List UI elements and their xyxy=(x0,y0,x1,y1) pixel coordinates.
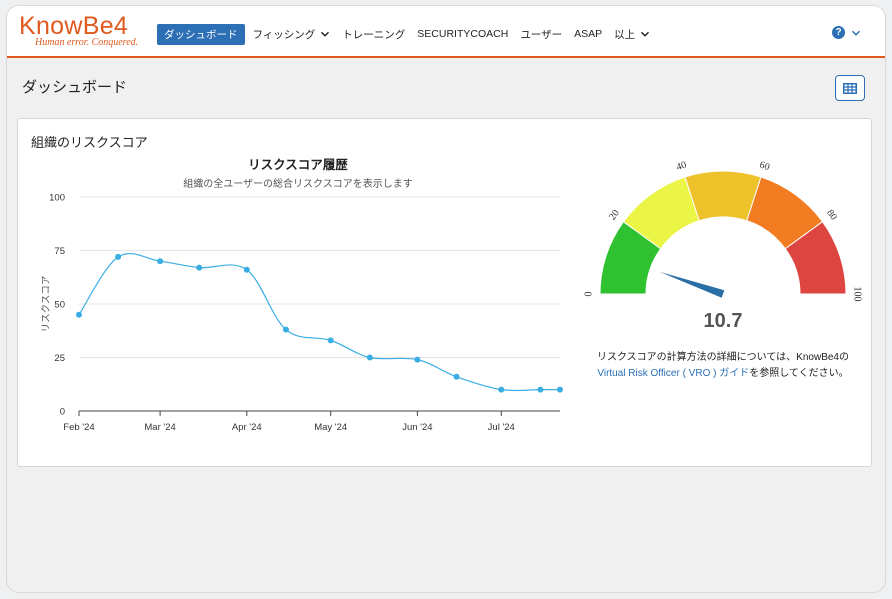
x-tick-label: Mar '24 xyxy=(144,422,175,433)
vro-note-text: リスクスコアの計算方法の詳細については、KnowBe4の xyxy=(596,352,849,363)
nav-item-more[interactable]: 以上 xyxy=(608,23,656,45)
grid-icon xyxy=(843,82,857,94)
gauge-tick-label: 20 xyxy=(607,208,622,223)
help-menu[interactable]: ? xyxy=(832,26,861,39)
nav-item-label: ダッシュボード xyxy=(164,28,238,41)
question-circle-icon: ? xyxy=(832,26,845,39)
data-point xyxy=(76,311,82,318)
nav-item-asap[interactable]: ASAP xyxy=(568,23,608,45)
vro-guide-link[interactable]: Virtual Risk Officer ( VRO ) ガイド xyxy=(597,368,749,379)
main-nav: ダッシュボード フィッシング トレーニング SECURITYCOACH ユーザー… xyxy=(157,23,656,45)
chart-title: リスクスコア履歴 xyxy=(248,158,348,172)
data-point xyxy=(453,373,460,380)
data-point xyxy=(196,264,203,271)
logo-tagline: Human error. Conquered. xyxy=(35,37,139,48)
data-point xyxy=(282,326,289,333)
x-tick-label: Jun '24 xyxy=(402,422,432,433)
knowbe4-logo[interactable]: KnowBe4 Human error. Conquered. xyxy=(19,14,138,48)
chevron-down-icon xyxy=(851,30,861,36)
gauge-tick-label: 60 xyxy=(758,160,771,174)
data-point xyxy=(327,337,334,344)
y-tick-label: 100 xyxy=(49,193,65,204)
logo-wordmark: KnowBe4 xyxy=(19,12,129,40)
gauge-needle xyxy=(659,271,725,298)
nav-item-securitycoach[interactable]: SECURITYCOACH xyxy=(411,23,514,45)
gauge-tick-label: 80 xyxy=(824,208,839,223)
nav-item-dashboard[interactable]: ダッシュボード xyxy=(157,23,245,45)
x-tick-label: May '24 xyxy=(314,422,347,433)
data-point xyxy=(366,354,373,361)
data-point xyxy=(557,386,563,393)
x-tick-label: Apr '24 xyxy=(232,422,262,433)
nav-item-label: ユーザー xyxy=(520,28,563,41)
series-line xyxy=(78,252,560,392)
data-point xyxy=(115,253,122,260)
risk-score-gauge: 0 20 40 60 80 100 xyxy=(583,160,863,302)
y-tick-label: 75 xyxy=(54,246,65,257)
x-tick-label: Jul '24 xyxy=(488,422,515,433)
data-point xyxy=(537,386,544,393)
data-point xyxy=(414,356,421,363)
data-point xyxy=(157,258,164,265)
gauge-tick-label: 100 xyxy=(852,287,863,302)
data-point xyxy=(243,266,250,273)
gauge-value: 10.7 xyxy=(703,310,743,332)
page-title: ダッシュボード xyxy=(22,79,128,96)
data-point xyxy=(498,386,505,393)
nav-item-phishing[interactable]: フィッシング xyxy=(247,23,337,45)
nav-item-label: フィッシング xyxy=(252,28,316,41)
gauge-tick-label: 0 xyxy=(583,292,594,297)
x-tick-label: Feb '24 xyxy=(63,422,94,433)
vro-note: リスクスコアの計算方法の詳細については、KnowBe4の Virtual Ris… xyxy=(583,350,863,382)
chevron-down-icon xyxy=(641,31,650,37)
nav-item-label: SECURITYCOACH xyxy=(417,28,509,40)
vro-note-text-after: を参照してください。 xyxy=(749,368,849,379)
grid-view-button[interactable] xyxy=(835,75,865,101)
y-tick-label: 50 xyxy=(54,300,65,311)
nav-item-label: 以上 xyxy=(614,28,636,41)
nav-item-label: ASAP xyxy=(574,28,603,40)
chart-subtitle: 組織の全ユーザーの総合リスクスコアを表示します xyxy=(183,179,413,190)
top-navigation-bar: KnowBe4 Human error. Conquered. ダッシュボード … xyxy=(7,6,885,58)
app-window: KnowBe4 Human error. Conquered. ダッシュボード … xyxy=(7,6,885,592)
nav-item-users[interactable]: ユーザー xyxy=(514,23,568,45)
y-tick-label: 25 xyxy=(54,353,65,364)
nav-item-training[interactable]: トレーニング xyxy=(336,23,411,45)
org-risk-score-panel: 組織のリスクスコア 0 25 50 75 100 Feb '24 Mar '24 Apr '2… xyxy=(17,118,872,467)
chevron-down-icon xyxy=(321,31,330,37)
nav-item-label: トレーニング xyxy=(342,28,406,41)
y-axis-label: リスクスコア xyxy=(41,276,52,333)
gauge-tick-label: 40 xyxy=(675,160,688,174)
y-tick-label: 0 xyxy=(60,407,65,418)
